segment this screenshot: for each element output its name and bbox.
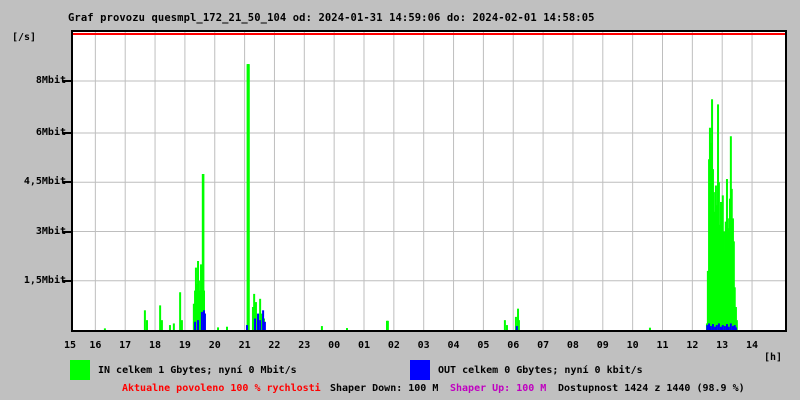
x-tick-label: 14	[746, 340, 759, 351]
x-tick-label: 19	[178, 340, 191, 351]
y-tick-mark	[63, 132, 71, 134]
x-tick-label: 20	[208, 340, 221, 351]
y-tick-mark	[63, 181, 71, 184]
x-tick-label: 02	[387, 340, 400, 351]
traffic-graph-page: Graf provozu quesmpl_172_21_50_104 od: 2…	[0, 0, 800, 400]
x-tick-label: 21	[238, 340, 251, 351]
y-tick-label: 1,5Mbit	[23, 274, 66, 286]
x-tick-label: 22	[268, 340, 281, 351]
x-tick-label: 07	[537, 340, 550, 351]
footer-allowed-speed: Aktualne povoleno 100 % rychlosti	[122, 383, 321, 394]
y-tick-mark	[63, 279, 71, 282]
x-tick-label: 11	[656, 340, 669, 351]
x-tick-label: 06	[507, 340, 520, 351]
x-tick-label: 13	[716, 340, 729, 351]
x-tick-label: 04	[447, 340, 460, 351]
x-tick-label: 00	[328, 340, 341, 351]
y-axis-unit-label: [/s]	[12, 32, 37, 43]
x-tick-label: 16	[89, 340, 102, 351]
x-tick-label: 09	[596, 340, 609, 351]
legend-in-swatch	[70, 360, 90, 380]
footer-shaper-up: Shaper Up: 100 M	[450, 383, 547, 394]
x-tick-label: 08	[566, 340, 579, 351]
x-tick-label: 15	[63, 340, 77, 351]
x-tick-label: 17	[119, 340, 132, 351]
x-tick-label: 10	[626, 340, 639, 351]
footer-availability: Dostupnost 1424 z 1440 (98.9 %)	[558, 383, 745, 394]
legend-in-label: IN celkem 1 Gbytes; nyní 0 Mbit/s	[98, 365, 297, 376]
y-tick-label: 8Mbit	[35, 75, 66, 86]
y-tick-label: 6Mbit	[35, 127, 66, 138]
y-tick-mark	[63, 80, 71, 82]
footer-shaper-down: Shaper Down: 100 M	[330, 383, 439, 394]
legend-out-swatch	[410, 360, 430, 380]
x-tick-label: 23	[298, 340, 311, 351]
y-tick-mark	[63, 230, 71, 233]
x-tick-label: 12	[686, 340, 699, 351]
page-title: Graf provozu quesmpl_172_21_50_104 od: 2…	[68, 12, 595, 24]
x-tick-label: 03	[417, 340, 430, 351]
x-tick-label: 01	[357, 340, 371, 351]
x-axis-unit-label: [h]	[764, 352, 783, 363]
x-tick-label: 05	[477, 340, 490, 351]
y-tick-label: 3Mbit	[35, 225, 66, 237]
legend-out-label: OUT celkem 0 Gbytes; nyní 0 kbit/s	[438, 365, 643, 376]
x-tick-label: 18	[149, 340, 162, 351]
plot-area	[71, 30, 787, 332]
traffic-chart	[73, 32, 785, 330]
y-tick-label: 4,5Mbit	[23, 176, 66, 188]
